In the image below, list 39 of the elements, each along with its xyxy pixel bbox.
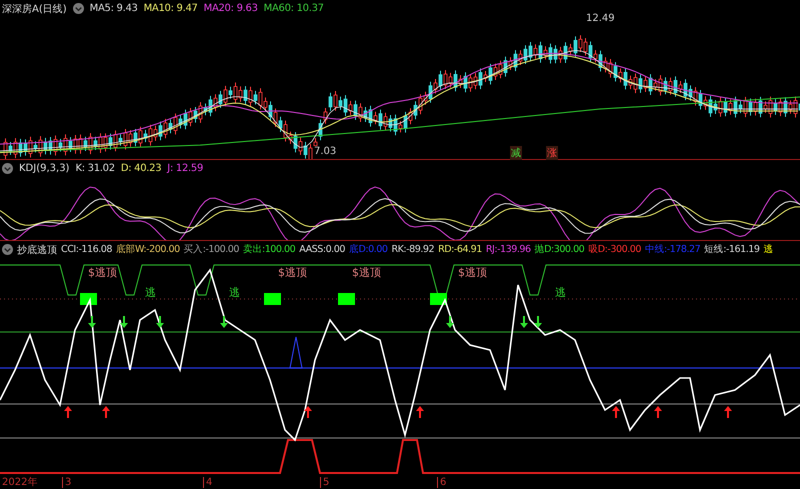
axis-label: 6 (437, 476, 446, 488)
axis-label: 3 (62, 476, 72, 488)
axis-label: 4 (203, 476, 212, 488)
stock-title: 深深房A(日线) (2, 2, 67, 16)
signal-label: 逃 (555, 286, 566, 300)
indicator-reading: 短线:-161.19 (704, 243, 760, 256)
signal-label: $逃顶 (278, 266, 307, 280)
indicator-title: KDJ(9,3,3) (19, 163, 70, 174)
indicator-reading: 卖出:100.00 (242, 243, 296, 256)
signal-label: $逃顶 (88, 266, 117, 280)
indicator-reading: 逃 (763, 243, 773, 256)
indicator-reading: 买入:-100.00 (184, 243, 239, 256)
signal-marker: 减 (510, 146, 522, 160)
indicator-reading: 吸D:-300.00 (588, 243, 641, 256)
indicator-reading: RJ:-139.96 (486, 244, 531, 256)
indicator-title: 抄底逃顶 (17, 244, 57, 257)
axis-label: 2022年 (2, 476, 38, 489)
signal-label: $逃顶 (352, 266, 381, 280)
indicator-reading: MA10: 9.47 (144, 3, 198, 14)
signal-label: 逃 (229, 286, 240, 300)
indicator-reading: 中线:-178.27 (644, 243, 700, 256)
signal-label: 逃 (145, 286, 156, 300)
indicator-reading: 底D:0.00 (348, 243, 388, 256)
indicator-reading: 抛D:300.00 (534, 243, 584, 256)
indicator-reading: RK:-89.92 (391, 244, 434, 256)
indicator-reading: MA60: 10.37 (264, 3, 324, 14)
indicator-reading: CCI:-116.08 (61, 244, 112, 256)
indicator-reading: J: 12.59 (167, 163, 204, 174)
indicator-reading: MA5: 9.43 (90, 3, 138, 14)
axis-label: 5 (320, 476, 330, 488)
indicator-reading: MA20: 9.63 (204, 3, 258, 14)
signal-label: $逃顶 (458, 266, 487, 280)
indicator-reading: RD:-64.91 (438, 244, 482, 256)
high-price-label: 12.49 (586, 13, 615, 24)
indicator-reading: D: 40.23 (120, 163, 162, 174)
indicator-reading: 底部W:-200.00 (116, 243, 180, 256)
signal-marker: 涨 (546, 146, 558, 160)
indicator-reading: K: 31.02 (75, 163, 115, 174)
indicator-reading: AASS:0.00 (299, 244, 345, 256)
